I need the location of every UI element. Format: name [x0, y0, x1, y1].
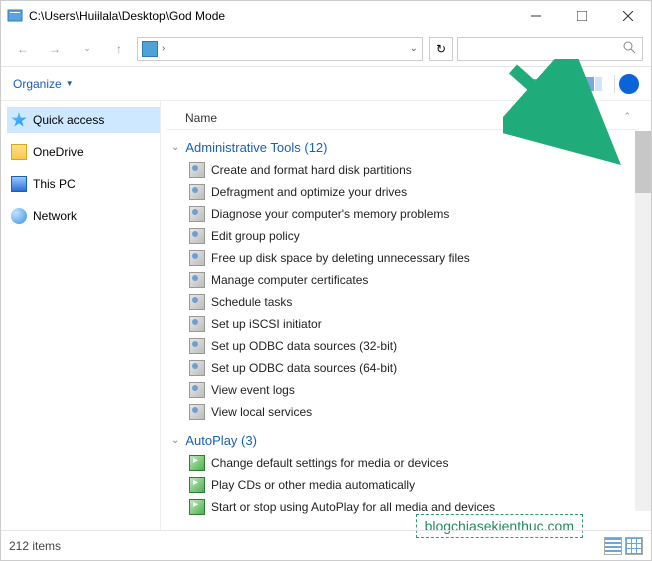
chevron-down-icon: ▼ — [66, 79, 74, 88]
monitor-icon — [11, 176, 27, 192]
item-label: Manage computer certificates — [211, 273, 368, 287]
settings-gear-icon — [189, 250, 205, 266]
item-label: Play CDs or other media automatically — [211, 478, 415, 492]
list-item[interactable]: Play CDs or other media automatically — [167, 474, 639, 496]
scrollbar-thumb[interactable] — [635, 131, 651, 193]
sidebar-item-onedrive[interactable]: OneDrive — [7, 139, 160, 165]
view-mode-details[interactable] — [604, 537, 622, 555]
up-button[interactable]: ↑ — [105, 35, 133, 63]
app-icon — [7, 8, 23, 24]
chevron-down-icon[interactable]: ⌄ — [410, 43, 418, 54]
organize-menu[interactable]: Organize ▼ — [13, 77, 74, 91]
section-header[interactable]: ⌄ AutoPlay (3) — [171, 433, 639, 448]
list-item[interactable]: Defragment and optimize your drives — [167, 181, 639, 203]
star-icon — [11, 112, 27, 128]
list-item[interactable]: Schedule tasks — [167, 291, 639, 313]
item-label: Schedule tasks — [211, 295, 292, 309]
settings-gear-icon — [189, 294, 205, 310]
minimize-button[interactable] — [513, 1, 559, 31]
folder-icon — [142, 41, 158, 57]
item-label: Free up disk space by deleting unnecessa… — [211, 251, 470, 265]
chevron-down-icon: ⌄ — [171, 435, 179, 446]
settings-gear-icon — [189, 228, 205, 244]
item-label: Diagnose your computer's memory problems — [211, 207, 449, 221]
settings-gear-icon — [189, 272, 205, 288]
network-icon — [11, 208, 27, 224]
window-title: C:\Users\Huiilala\Desktop\God Mode — [29, 9, 225, 23]
sidebar-item-label: OneDrive — [33, 145, 84, 159]
item-label: View event logs — [211, 383, 295, 397]
item-label: Defragment and optimize your drives — [211, 185, 407, 199]
settings-gear-icon — [189, 206, 205, 222]
list-item[interactable]: Set up ODBC data sources (32-bit) — [167, 335, 639, 357]
item-label: Change default settings for media or dev… — [211, 456, 448, 470]
list-item[interactable]: Manage computer certificates — [167, 269, 639, 291]
back-button[interactable]: ← — [9, 35, 37, 63]
section-header[interactable]: ⌄ Administrative Tools (12) — [171, 140, 639, 155]
forward-button[interactable]: → — [41, 35, 69, 63]
status-item-count: 212 items — [9, 539, 61, 553]
search-input[interactable] — [457, 37, 643, 61]
file-list: Name ⌃ ⌄ Administrative Tools (12) Create … — [161, 101, 651, 531]
chevron-right-icon: › — [162, 43, 165, 54]
recent-dropdown[interactable]: ⌄ — [73, 35, 101, 63]
settings-gear-icon — [189, 404, 205, 420]
media-icon — [189, 455, 205, 471]
item-label: Edit group policy — [211, 229, 300, 243]
list-item[interactable]: Diagnose your computer's memory problems — [167, 203, 639, 225]
sidebar-item-label: Network — [33, 209, 77, 223]
folder-icon — [11, 144, 27, 160]
settings-gear-icon — [189, 338, 205, 354]
sidebar-item-network[interactable]: Network — [7, 203, 160, 229]
settings-gear-icon — [189, 316, 205, 332]
media-icon — [189, 477, 205, 493]
item-label: Set up ODBC data sources (32-bit) — [211, 339, 397, 353]
view-mode-icons[interactable] — [625, 537, 643, 555]
refresh-button[interactable]: ↻ — [429, 37, 453, 61]
item-label: Start or stop using AutoPlay for all med… — [211, 500, 495, 514]
section-title-label: AutoPlay (3) — [185, 433, 257, 448]
preview-pane-button[interactable] — [576, 72, 610, 96]
list-item[interactable]: Change default settings for media or dev… — [167, 452, 639, 474]
list-item[interactable]: Set up ODBC data sources (64-bit) — [167, 357, 639, 379]
maximize-button[interactable] — [559, 1, 605, 31]
view-details-button[interactable]: ▼ — [531, 72, 565, 96]
sidebar-item-label: This PC — [33, 177, 76, 191]
item-label: View local services — [211, 405, 312, 419]
sidebar-item-this-pc[interactable]: This PC — [7, 171, 160, 197]
list-item[interactable]: Set up iSCSI initiator — [167, 313, 639, 335]
settings-gear-icon — [189, 382, 205, 398]
search-icon — [623, 41, 636, 57]
settings-gear-icon — [189, 162, 205, 178]
sort-indicator-icon: ⌃ — [623, 111, 631, 125]
list-item[interactable]: View event logs — [167, 379, 639, 401]
column-header-name[interactable]: Name ⌃ — [167, 107, 639, 130]
chevron-down-icon: ⌄ — [171, 142, 179, 153]
navigation-pane: Quick access OneDrive This PC Network — [1, 101, 161, 531]
item-label: Create and format hard disk partitions — [211, 163, 412, 177]
help-button[interactable] — [619, 74, 639, 94]
sidebar-item-quick-access[interactable]: Quick access — [7, 107, 160, 133]
list-item[interactable]: Create and format hard disk partitions — [167, 159, 639, 181]
list-item[interactable]: Edit group policy — [167, 225, 639, 247]
close-button[interactable] — [605, 1, 651, 31]
settings-gear-icon — [189, 360, 205, 376]
settings-gear-icon — [189, 184, 205, 200]
address-bar[interactable]: › ⌄ — [137, 37, 423, 61]
sidebar-item-label: Quick access — [33, 113, 104, 127]
item-label: Set up ODBC data sources (64-bit) — [211, 361, 397, 375]
item-label: Set up iSCSI initiator — [211, 317, 322, 331]
section-title-label: Administrative Tools (12) — [185, 140, 327, 155]
list-item[interactable]: View local services — [167, 401, 639, 423]
list-item[interactable]: Free up disk space by deleting unnecessa… — [167, 247, 639, 269]
media-icon — [189, 499, 205, 515]
